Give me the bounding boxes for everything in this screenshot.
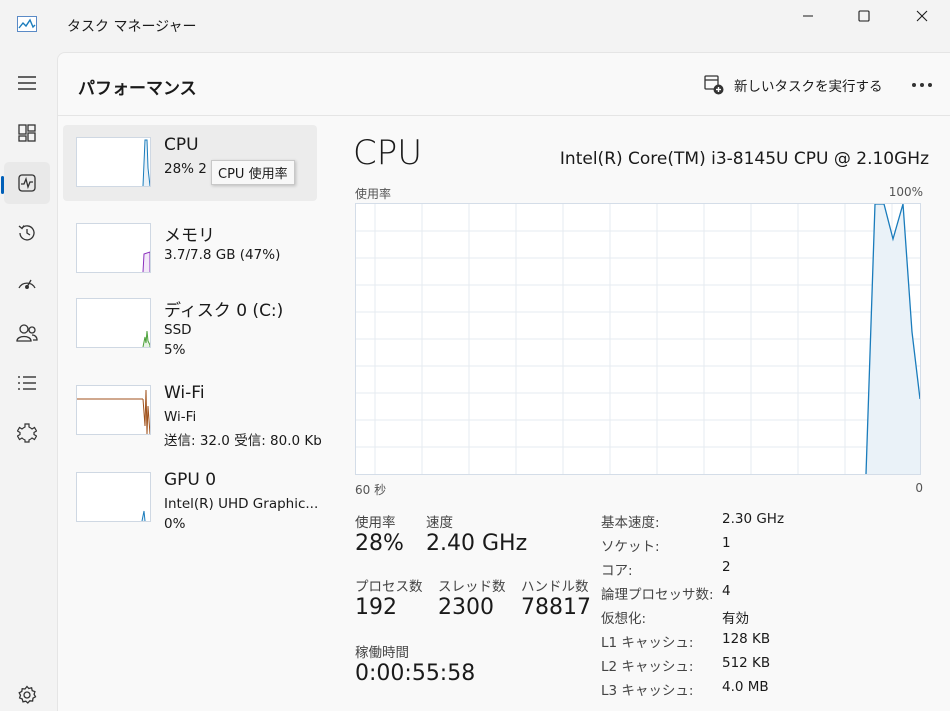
graph-y-label: 使用率 (355, 187, 392, 201)
spec-label: L2 キャッシュ: (601, 659, 694, 675)
device-name: ディスク 0 (C:) (164, 301, 284, 321)
device-detail-2: 0% (164, 516, 186, 532)
spec-label: ソケット: (601, 539, 660, 555)
page-header: パフォーマンス 新しいタスクを実行する (58, 53, 950, 116)
cpu-model: Intel(R) Core(TM) i3-8145U CPU @ 2.10GHz (559, 149, 929, 169)
main-content: パフォーマンス 新しいタスクを実行する CPU 28% 2 CPU 使用率 メモ… (57, 52, 950, 711)
run-new-task-button[interactable]: 新しいタスクを実行する (704, 71, 883, 99)
threads-label: スレッド数 (438, 579, 506, 595)
device-detail-2: 送信: 32.0 受信: 80.0 Kb (164, 433, 322, 449)
minimize-button[interactable] (780, 0, 836, 32)
device-name: メモリ (164, 226, 215, 246)
spec-value: 2.30 GHz (722, 511, 785, 527)
spec-value: 1 (722, 535, 731, 551)
device-detail-2: 5% (164, 342, 186, 358)
graph-max-label: 100% (888, 185, 923, 199)
usage-value: 28% (355, 531, 404, 556)
run-new-task-label: 新しいタスクを実行する (734, 79, 883, 95)
cpu-usage-graph (355, 203, 921, 475)
services-icon (17, 423, 37, 443)
app-history-icon (18, 225, 35, 241)
uptime-value: 0:00:55:58 (355, 661, 476, 686)
app-title: タスク マネージャー (67, 19, 197, 35)
detail-title: CPU (353, 133, 423, 173)
spec-label: 基本速度: (601, 515, 660, 531)
graph-time-start: 60 秒 (355, 483, 387, 497)
nav-app-history[interactable] (4, 212, 50, 254)
device-detail: Wi-Fi (164, 409, 197, 425)
processes-label: プロセス数 (355, 579, 423, 595)
spec-value: 4.0 MB (722, 679, 769, 695)
memory-thumbnail (76, 223, 151, 273)
cpu-usage-tooltip: CPU 使用率 (211, 160, 295, 185)
wifi-thumbnail (76, 385, 151, 435)
nav-details[interactable] (4, 362, 50, 404)
maximize-icon (858, 10, 870, 22)
nav-services[interactable] (4, 412, 50, 454)
spec-label: 仮想化: (601, 611, 647, 627)
nav-processes[interactable] (4, 112, 50, 154)
graph-time-end: 0 (915, 481, 923, 495)
handles-label: ハンドル数 (521, 579, 589, 595)
spec-value: 512 KB (722, 655, 771, 671)
device-name: Wi-Fi (164, 383, 205, 403)
handles-value: 78817 (521, 595, 591, 620)
nav-performance[interactable] (4, 162, 50, 204)
minimize-icon (803, 15, 813, 17)
device-detail: 3.7/7.8 GB (47%) (164, 247, 281, 263)
device-detail: 28% 2 (164, 161, 207, 177)
processes-value: 192 (355, 595, 397, 620)
spec-label: 論理プロセッサ数: (601, 587, 714, 603)
device-gpu[interactable]: GPU 0 Intel(R) UHD Graphic... 0% (63, 460, 319, 536)
spec-value: 2 (722, 559, 731, 575)
new-task-icon (704, 75, 724, 95)
speed-label: 速度 (426, 515, 453, 531)
device-name: CPU (164, 135, 199, 155)
page-title: パフォーマンス (78, 79, 197, 99)
maximize-button[interactable] (836, 0, 892, 32)
processes-icon (18, 124, 36, 142)
task-manager-icon (17, 16, 37, 32)
threads-value: 2300 (438, 595, 494, 620)
hamburger-icon (18, 76, 36, 90)
spec-value: 有効 (722, 611, 749, 627)
more-options-button[interactable] (906, 71, 938, 99)
device-detail: Intel(R) UHD Graphic... (164, 496, 319, 512)
spec-label: L1 キャッシュ: (601, 635, 694, 651)
device-name: GPU 0 (164, 470, 217, 490)
users-icon (16, 324, 38, 342)
usage-label: 使用率 (355, 515, 396, 531)
spec-label: L3 キャッシュ: (601, 683, 694, 699)
device-cpu[interactable]: CPU 28% 2 CPU 使用率 (63, 125, 317, 201)
performance-icon (18, 174, 36, 192)
spec-label: コア: (601, 563, 633, 579)
nav-menu-button[interactable] (4, 62, 50, 104)
nav-startup-apps[interactable] (4, 262, 50, 304)
close-button[interactable] (894, 0, 950, 32)
spec-value: 4 (722, 583, 731, 599)
uptime-label: 稼働時間 (355, 645, 409, 661)
device-detail: SSD (164, 322, 192, 338)
nav-users[interactable] (4, 312, 50, 354)
more-icon (912, 83, 932, 87)
device-wifi[interactable]: Wi-Fi Wi-Fi 送信: 32.0 受信: 80.0 Kb (63, 373, 322, 449)
speed-value: 2.40 GHz (426, 531, 528, 556)
gpu-thumbnail (76, 472, 151, 522)
navigation-rail (0, 52, 57, 711)
startup-apps-icon (18, 279, 36, 289)
disk-thumbnail (76, 298, 151, 348)
cpu-usage-svg (356, 203, 921, 475)
device-memory[interactable]: メモリ 3.7/7.8 GB (47%) (63, 211, 317, 287)
spec-value: 128 KB (722, 631, 771, 647)
close-icon (916, 10, 928, 22)
device-disk[interactable]: ディスク 0 (C:) SSD 5% (63, 286, 317, 362)
title-bar: タスク マネージャー (0, 0, 950, 52)
cpu-thumbnail (76, 137, 151, 187)
nav-settings[interactable] (4, 674, 50, 711)
details-icon (18, 376, 36, 390)
settings-icon (18, 685, 37, 704)
